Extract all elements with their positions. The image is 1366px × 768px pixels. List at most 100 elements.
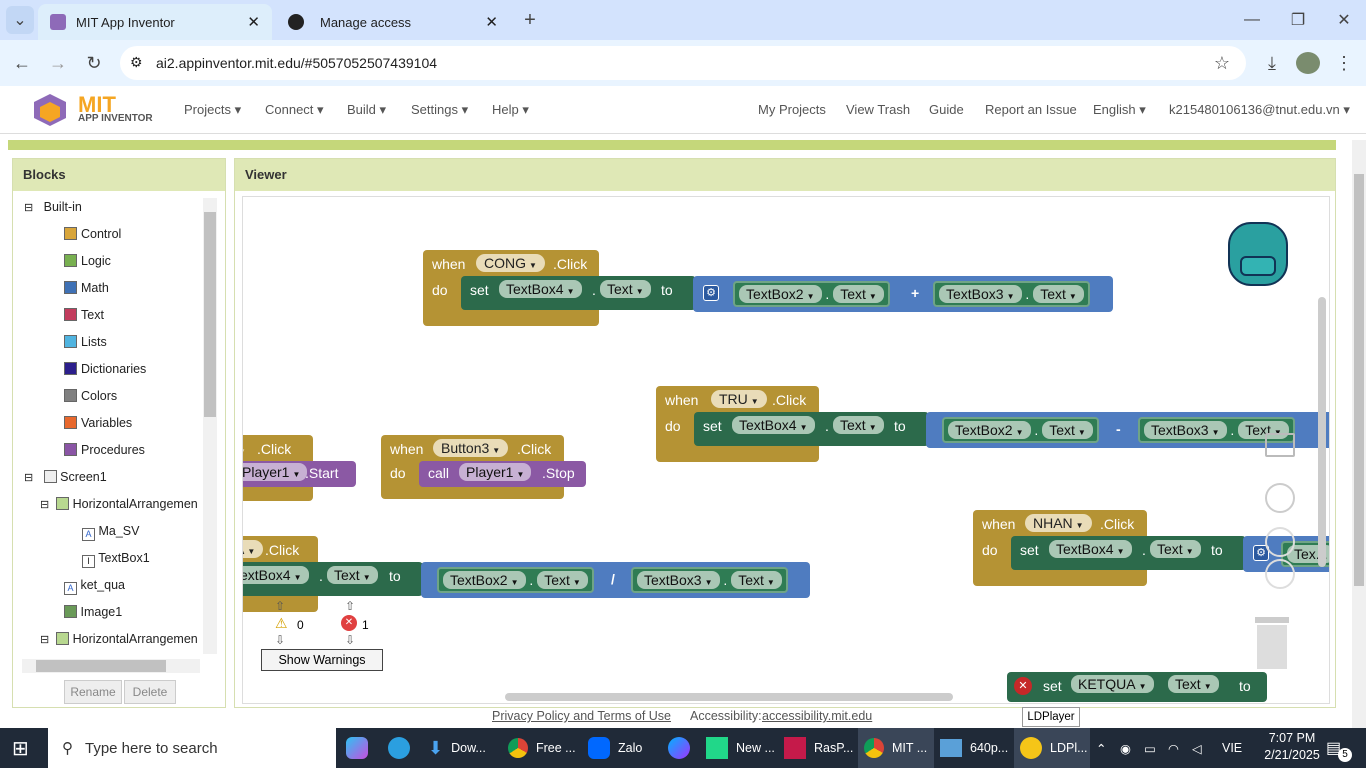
- chrome-menu-icon[interactable]: ⋮: [1330, 49, 1358, 77]
- component-dropdown[interactable]: NHAN ▼: [1025, 514, 1092, 532]
- taskbar-app-downloads[interactable]: ⬇ Dow...: [428, 728, 498, 768]
- component-dropdown[interactable]: Button3 ▼: [433, 439, 509, 457]
- tray-language[interactable]: VIE: [1222, 728, 1242, 768]
- site-info-icon[interactable]: ⚙: [130, 54, 143, 71]
- messenger-icon[interactable]: [668, 728, 694, 768]
- accessibility-link[interactable]: accessibility.mit.edu: [762, 709, 872, 723]
- backpack-icon[interactable]: [1225, 217, 1291, 289]
- copilot-icon[interactable]: [346, 728, 374, 768]
- call-player1-stop-block[interactable]: call Player1 ▼ .Stop: [419, 461, 586, 487]
- taskbar-date[interactable]: 2/21/2025: [1258, 748, 1326, 762]
- reload-icon[interactable]: ↻: [80, 49, 108, 77]
- taskbar-app-photos[interactable]: 640p...: [940, 728, 1012, 768]
- screen1-node[interactable]: ⊟ Screen1: [24, 470, 204, 497]
- menu-guide[interactable]: Guide: [929, 102, 964, 117]
- builtin-category-variables[interactable]: Variables: [24, 416, 204, 443]
- set-textbox4-text-block[interactable]: set TextBox4 ▼ . Text ▼ to: [694, 412, 929, 446]
- menu-report-issue[interactable]: Report an Issue: [985, 102, 1077, 117]
- menu-settings[interactable]: Settings ▾: [411, 102, 468, 118]
- set-textbox4-text-block[interactable]: set TextBox4 ▼ . Text ▼ to: [1011, 536, 1246, 570]
- builtin-category-math[interactable]: Math: [24, 281, 204, 308]
- error-down-arrow-icon[interactable]: ⇩: [345, 633, 355, 647]
- tree-hscroll[interactable]: [22, 659, 200, 673]
- workspace-hscroll[interactable]: [505, 693, 953, 701]
- menu-projects[interactable]: Projects ▾: [184, 102, 241, 118]
- property-dropdown[interactable]: Text ▼: [1150, 540, 1201, 558]
- property-dropdown[interactable]: Text ▼: [327, 566, 378, 584]
- tree-item[interactable]: I TextBox1: [24, 551, 204, 578]
- builtin-category-dictionaries[interactable]: Dictionaries: [24, 362, 204, 389]
- warning-down-arrow-icon[interactable]: ⇩: [275, 633, 285, 647]
- tab-close-icon[interactable]: ✕: [247, 13, 260, 31]
- tree-vscroll[interactable]: [203, 198, 217, 654]
- address-bar[interactable]: ⚙ ai2.appinventor.mit.edu/#5057052507439…: [120, 46, 1246, 80]
- download-icon[interactable]: ⤓: [1258, 49, 1286, 77]
- tab-close-icon[interactable]: ✕: [485, 13, 498, 31]
- component-dropdown[interactable]: extBox4 ▼: [243, 566, 309, 584]
- set-textbox4-text-block[interactable]: set TextBox4 ▼ . Text ▼ to: [461, 276, 696, 310]
- property-dropdown[interactable]: Text ▼: [833, 416, 884, 434]
- delete-button[interactable]: Delete: [124, 680, 176, 704]
- new-tab-plus-icon[interactable]: +: [516, 6, 544, 34]
- component-dropdown[interactable]: Player1 ▼: [243, 463, 308, 481]
- tree-item[interactable]: Image1: [24, 605, 204, 632]
- tray-wifi-icon[interactable]: ◠: [1168, 728, 1188, 768]
- taskbar-app-ldplayer[interactable]: LDPl...: [1014, 728, 1090, 768]
- rename-button[interactable]: Rename: [64, 680, 122, 704]
- tree-item[interactable]: ⊟ HorizontalArrangemen: [24, 497, 204, 524]
- tray-volume-icon[interactable]: ◁: [1192, 728, 1210, 768]
- builtin-category-logic[interactable]: Logic: [24, 254, 204, 281]
- close-window-icon[interactable]: ✕: [1330, 6, 1358, 34]
- collapse-icon[interactable]: ⊟: [40, 499, 49, 511]
- component-dropdown[interactable]: TextBox4 ▼: [499, 280, 582, 298]
- property-dropdown[interactable]: Text ▼: [600, 280, 651, 298]
- get-textbox3-text-block[interactable]: TextBox3 ▼ . Text ▼: [933, 281, 1090, 307]
- component-dropdown[interactable]: CONG ▼: [476, 254, 545, 272]
- component-dropdown[interactable]: A▼: [243, 540, 264, 558]
- taskbar-app-chrome-free[interactable]: Free ...: [508, 728, 578, 768]
- get-textbox3-text-block[interactable]: TextBox3 ▼ . Text ▼: [631, 567, 788, 593]
- menu-help[interactable]: Help ▾: [492, 102, 529, 118]
- builtin-node[interactable]: ⊟ Built-in: [24, 200, 204, 227]
- menu-view-trash[interactable]: View Trash: [846, 102, 910, 117]
- builtin-category-colors[interactable]: Colors: [24, 389, 204, 416]
- page-scrollbar[interactable]: [1352, 140, 1366, 730]
- zoom-out-icon[interactable]: [1265, 559, 1295, 589]
- workspace-vscroll[interactable]: [1318, 297, 1326, 567]
- bookmark-star-icon[interactable]: ☆: [1208, 49, 1236, 77]
- menu-build[interactable]: Build ▾: [347, 102, 386, 118]
- mutator-gear-icon[interactable]: ⚙: [703, 285, 719, 301]
- tray-webcam-icon[interactable]: ◉: [1120, 728, 1138, 768]
- windows-start-icon[interactable]: ⊞: [12, 728, 38, 768]
- call-player1-start-block[interactable]: Player1 ▼ .Start: [243, 461, 356, 487]
- math-divide-block[interactable]: TextBox2 ▼ . Text ▼ / TextBox3 ▼ . Text ▼: [421, 562, 810, 598]
- get-textbox2-text-block[interactable]: TextBox2 ▼ . Text ▼: [437, 567, 594, 593]
- set-ketqua-text-block[interactable]: ✕ set KETQUA ▼ Text ▼ to: [1007, 672, 1267, 702]
- back-icon[interactable]: ←: [8, 49, 36, 77]
- taskbar-app-raspberry[interactable]: RasP...: [784, 728, 854, 768]
- tree-item[interactable]: A ket_qua: [24, 578, 204, 605]
- tree-item[interactable]: A Ma_SV: [24, 524, 204, 551]
- workspace-checkbox-icon[interactable]: [1265, 433, 1295, 457]
- builtin-category-lists[interactable]: Lists: [24, 335, 204, 362]
- taskbar-app-zalo[interactable]: Zalo: [588, 728, 648, 768]
- get-textbox2-text-block[interactable]: TextBox2 ▼ . Text ▼: [942, 417, 1099, 443]
- set-textbox4-text-block[interactable]: extBox4 ▼ . Text ▼ to: [243, 562, 423, 596]
- mit-logo-icon[interactable]: [30, 92, 70, 128]
- tray-chevron-up-icon[interactable]: ⌃: [1096, 728, 1114, 768]
- tree-item[interactable]: ⊟ HorizontalArrangemen: [24, 632, 204, 659]
- warning-up-arrow-icon[interactable]: ⇧: [275, 599, 285, 613]
- builtin-category-control[interactable]: Control: [24, 227, 204, 254]
- menu-language[interactable]: English ▾: [1093, 102, 1146, 118]
- blocks-workspace[interactable]: when CONG ▼ .Click do set TextBox4 ▼ . Tex…: [242, 196, 1330, 704]
- taskbar-app-pycharm[interactable]: New ...: [706, 728, 776, 768]
- taskbar-search-box[interactable]: ⚲ Type here to search: [48, 728, 336, 768]
- edge-icon[interactable]: [388, 728, 416, 768]
- collapse-icon[interactable]: ⊟: [40, 634, 49, 646]
- error-icon[interactable]: ✕: [1014, 677, 1032, 695]
- builtin-category-text[interactable]: Text: [24, 308, 204, 335]
- recenter-icon[interactable]: [1265, 483, 1295, 513]
- forward-icon[interactable]: →: [44, 49, 72, 77]
- tray-battery-icon[interactable]: ▭: [1144, 728, 1162, 768]
- collapse-icon[interactable]: ⊟: [24, 202, 33, 214]
